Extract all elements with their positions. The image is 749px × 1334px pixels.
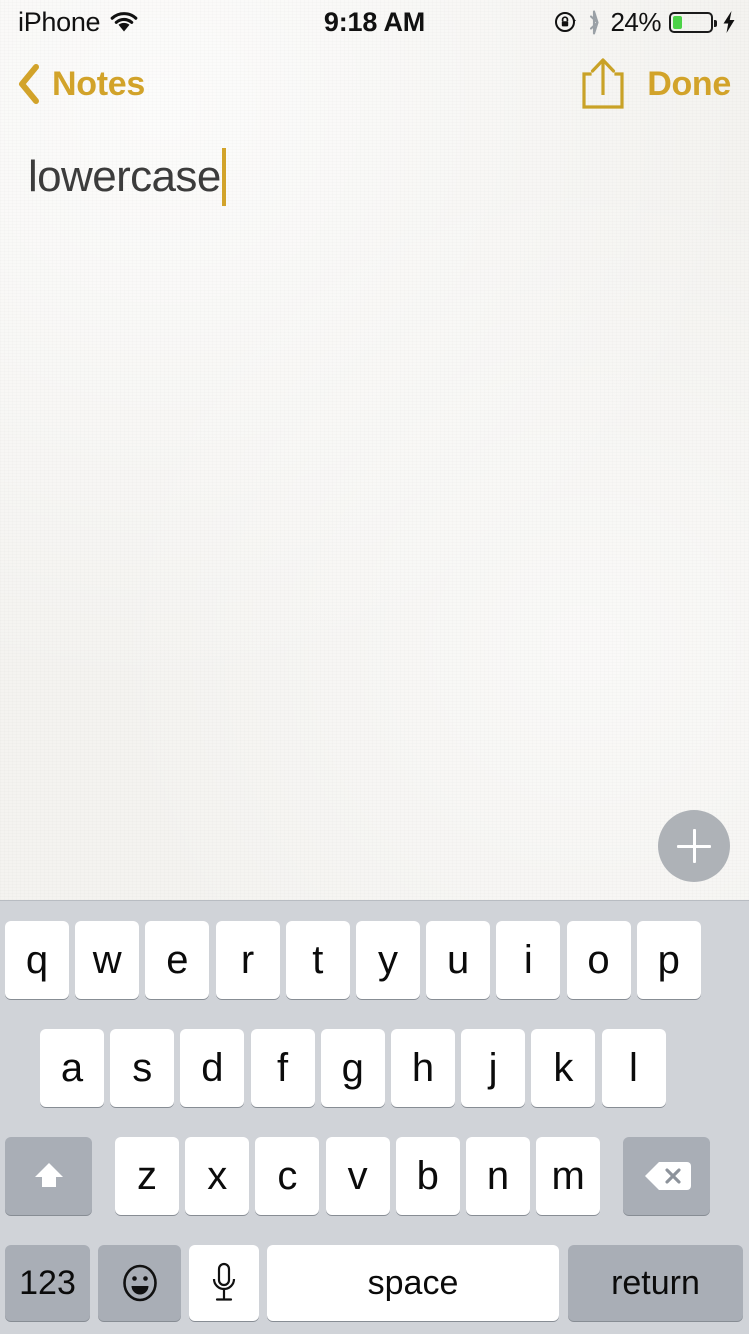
- charging-bolt-icon: [721, 10, 737, 34]
- dictation-key[interactable]: [189, 1245, 259, 1321]
- battery-fill: [673, 15, 682, 29]
- keyboard-row-1: q w e r t y u i o p: [0, 921, 749, 999]
- clock-label: 9:18 AM: [323, 6, 426, 37]
- done-button-label: Done: [647, 64, 731, 103]
- numeric-mode-key[interactable]: 123: [5, 1245, 90, 1321]
- text-cursor: [221, 148, 226, 206]
- key-h[interactable]: h: [390, 1029, 455, 1107]
- back-button[interactable]: Notes: [16, 44, 145, 124]
- battery-percent-label: 24%: [610, 6, 661, 37]
- keyboard-row-4: 123 space return: [0, 1245, 749, 1321]
- key-t[interactable]: t: [285, 921, 350, 999]
- key-z[interactable]: z: [115, 1137, 179, 1215]
- key-v[interactable]: v: [325, 1137, 390, 1215]
- key-e[interactable]: e: [145, 921, 210, 999]
- rotation-lock-icon: [554, 10, 578, 34]
- key-n[interactable]: n: [465, 1137, 530, 1215]
- key-q[interactable]: q: [5, 921, 69, 999]
- status-bar: iPhone 9:18 AM 24%: [0, 0, 749, 44]
- onscreen-keyboard: q w e r t y u i o p a s d f g h j k l z …: [0, 900, 749, 1334]
- key-j[interactable]: j: [461, 1029, 526, 1107]
- note-text: lowercase: [28, 152, 221, 201]
- backspace-key[interactable]: [623, 1137, 711, 1215]
- back-button-label: Notes: [52, 64, 145, 103]
- key-g[interactable]: g: [320, 1029, 385, 1107]
- key-b[interactable]: b: [395, 1137, 460, 1215]
- key-d[interactable]: d: [180, 1029, 245, 1107]
- key-p[interactable]: p: [636, 921, 701, 999]
- key-m[interactable]: m: [536, 1137, 601, 1215]
- key-l[interactable]: l: [601, 1029, 666, 1107]
- navigation-bar: Notes Done: [0, 44, 749, 124]
- bluetooth-icon: [586, 9, 602, 35]
- microphone-icon: [209, 1261, 239, 1305]
- note-editor[interactable]: lowercase: [28, 148, 721, 206]
- key-r[interactable]: r: [215, 921, 280, 999]
- key-u[interactable]: u: [426, 921, 491, 999]
- chevron-left-icon: [16, 62, 42, 106]
- key-o[interactable]: o: [566, 921, 631, 999]
- key-f[interactable]: f: [250, 1029, 315, 1107]
- keyboard-row-3: z x c v b n m: [0, 1137, 749, 1215]
- keyboard-row-2: a s d f g h j k l: [0, 1029, 749, 1107]
- share-button[interactable]: [579, 44, 627, 124]
- key-w[interactable]: w: [75, 921, 140, 999]
- share-icon: [579, 55, 627, 113]
- key-a[interactable]: a: [40, 1029, 104, 1107]
- key-i[interactable]: i: [496, 921, 561, 999]
- status-bar-right: 24%: [554, 0, 737, 44]
- key-y[interactable]: y: [355, 921, 420, 999]
- add-attachment-button[interactable]: [658, 810, 730, 882]
- shift-up-arrow-icon: [29, 1156, 69, 1196]
- backspace-delete-icon: [643, 1158, 691, 1194]
- key-k[interactable]: k: [531, 1029, 596, 1107]
- space-key[interactable]: space: [267, 1245, 559, 1321]
- key-c[interactable]: c: [255, 1137, 320, 1215]
- key-x[interactable]: x: [185, 1137, 250, 1215]
- battery-icon: [669, 11, 717, 33]
- iphone-screen: iPhone 9:18 AM 24% Notes Done lowercase …: [0, 0, 749, 1334]
- key-s[interactable]: s: [110, 1029, 175, 1107]
- shift-key[interactable]: [5, 1137, 92, 1215]
- emoji-key[interactable]: [98, 1245, 181, 1321]
- return-key[interactable]: return: [568, 1245, 743, 1321]
- done-button[interactable]: Done: [647, 44, 731, 124]
- emoji-smiley-icon: [119, 1262, 161, 1304]
- note-paper-background: [0, 0, 749, 900]
